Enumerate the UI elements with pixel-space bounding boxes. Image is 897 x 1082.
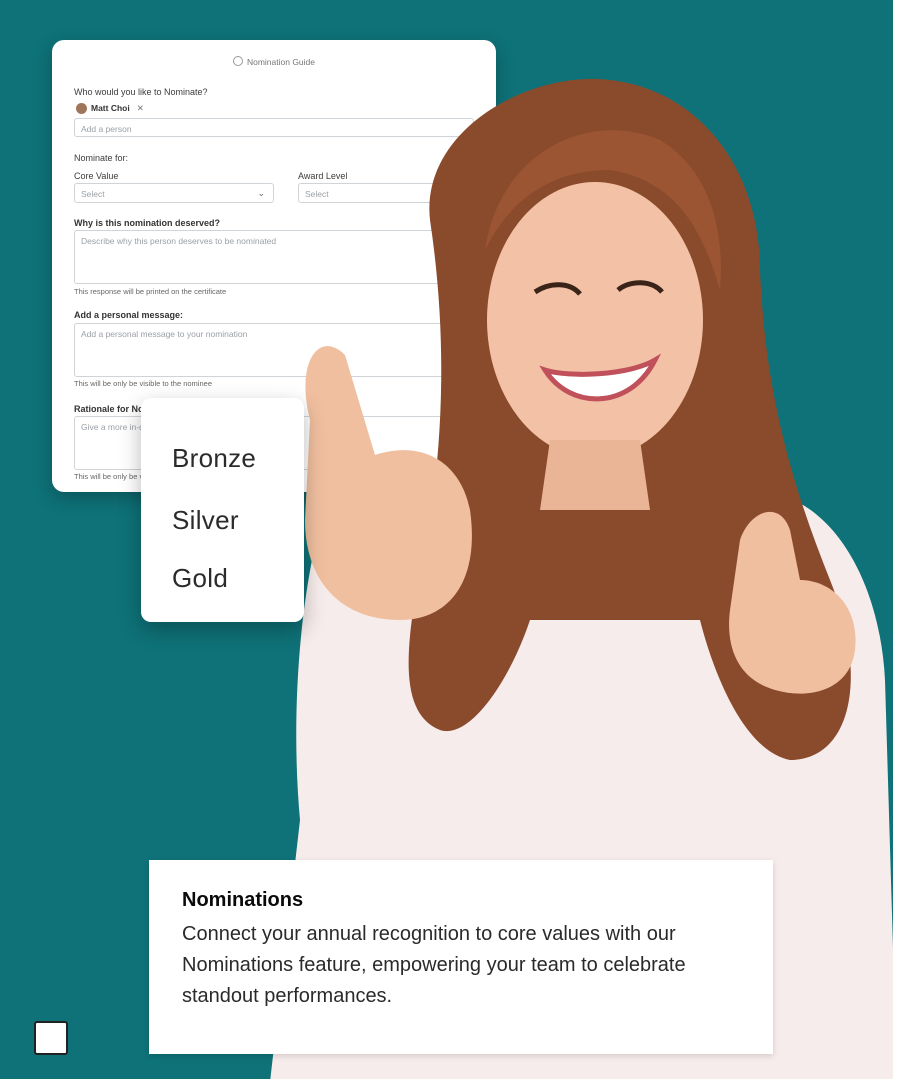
info-icon: [232, 56, 243, 66]
hero-background: Nomination Guide Who would you like to N…: [0, 0, 897, 1082]
message-placeholder: Add a personal message to your nominatio…: [81, 329, 248, 339]
dropdown-option-silver[interactable]: Silver: [172, 505, 239, 536]
message-hint: This will be only be visible to the nomi…: [74, 379, 212, 388]
feature-caption-box: Nominations Connect your annual recognit…: [149, 860, 773, 1054]
core-value-select[interactable]: Select ⌄: [74, 183, 274, 203]
remove-icon[interactable]: ✕: [137, 103, 144, 114]
nominee-name: Matt Choi: [91, 103, 130, 113]
why-label: Why is this nomination deserved?: [74, 218, 221, 228]
core-value-select-value: Select: [81, 189, 105, 199]
avatar: [76, 102, 87, 114]
dropdown-option-bronze[interactable]: Bronze: [172, 443, 256, 474]
caption-body: Connect your annual recognition to core …: [182, 923, 686, 1007]
rationale-hint: This will be only be v: [74, 472, 144, 481]
right-edge-border: [893, 0, 897, 1082]
who-label: Who would you like to Nominate?: [74, 87, 208, 97]
chevron-down-icon: ⌄: [257, 188, 265, 198]
award-level-dropdown: Bronze Silver Gold: [141, 398, 304, 622]
rationale-placeholder: Give a more in-de: [81, 422, 149, 432]
why-placeholder: Describe why this person deserves to be …: [81, 236, 277, 246]
dropdown-option-gold[interactable]: Gold: [172, 563, 228, 594]
message-label: Add a personal message:: [74, 310, 184, 320]
add-person-placeholder: Add a person: [81, 124, 132, 134]
caption-title: Nominations: [182, 889, 304, 911]
select-checkbox[interactable]: [34, 1021, 68, 1055]
core-value-label: Core Value: [74, 171, 119, 181]
nominee-chip[interactable]: Matt Choi ✕: [74, 101, 150, 115]
nominate-for-label: Nominate for:: [74, 153, 129, 163]
why-hint: This response will be printed on the cer…: [74, 287, 227, 296]
